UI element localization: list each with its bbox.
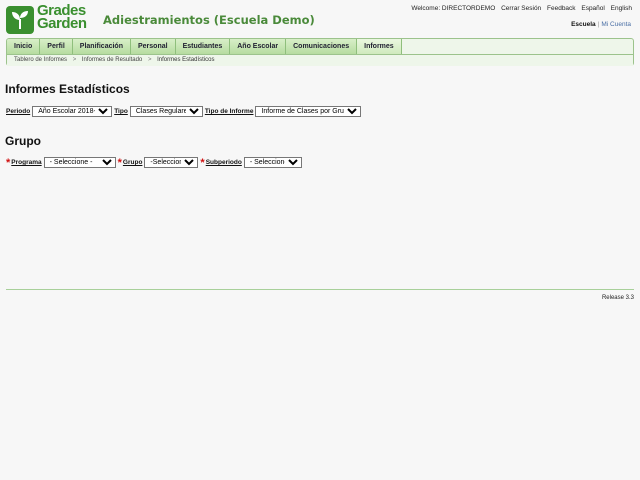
tab-comunicaciones[interactable]: Comunicaciones <box>286 39 358 54</box>
tab-perfil[interactable]: Perfil <box>40 39 73 54</box>
scope-mi-cuenta[interactable]: Mi Cuenta <box>601 21 631 28</box>
breadcrumb-tablero[interactable]: Tablero de Informes <box>14 57 67 63</box>
required-asterisk-icon: * <box>6 156 11 169</box>
tab-inicio[interactable]: Inicio <box>7 39 41 54</box>
school-title: Adiestramientos (Escuela Demo) <box>103 13 315 27</box>
main-navigation: Inicio Perfil Planificación Personal Est… <box>6 38 634 66</box>
grupo-filters: * Programa - Seleccione - * Grupo -Selec… <box>6 157 304 168</box>
required-asterisk-icon: * <box>117 156 122 169</box>
scope-switcher: Escuela | Mi Cuenta <box>571 21 631 28</box>
periodo-label: Periodo <box>6 108 31 115</box>
grupo-select[interactable]: -Seleccione- <box>144 157 199 168</box>
breadcrumb-arrow-icon: > <box>147 57 152 63</box>
breadcrumb-estadisticos[interactable]: Informes Estadísticos <box>157 57 214 63</box>
report-filters: Periodo Año Escolar 2018-19 Tipo Clases … <box>6 106 363 117</box>
nav-tabs: Inicio Perfil Planificación Personal Est… <box>7 39 402 54</box>
required-asterisk-icon: * <box>200 156 205 169</box>
logo-line2: Garden <box>37 15 87 32</box>
grades-garden-logo[interactable]: Grades Garden <box>6 3 94 36</box>
scope-separator: | <box>597 21 600 28</box>
tipo-informe-select[interactable]: Informe de Clases por Grupo <box>255 106 362 117</box>
welcome-text: Welcome: DIRECTORDEMO <box>411 5 496 12</box>
logout-link[interactable]: Cerrar Sesión <box>501 5 541 12</box>
tab-ano-escolar[interactable]: Año Escolar <box>230 39 287 54</box>
tipo-select[interactable]: Clases Regulares <box>129 106 203 117</box>
english-link[interactable]: English <box>611 5 632 12</box>
top-links: Welcome: DIRECTORDEMO Cerrar Sesión Feed… <box>407 5 632 12</box>
spanish-link[interactable]: Español <box>581 5 605 12</box>
subperiodo-select[interactable]: - Seleccione - <box>243 157 302 168</box>
scope-escuela[interactable]: Escuela <box>571 21 596 28</box>
breadcrumb: Tablero de Informes > Informes de Result… <box>7 54 633 66</box>
section-title: Grupo <box>5 134 41 148</box>
release-version: Release 3.3 <box>601 295 634 301</box>
tipo-informe-label: Tipo de Informe <box>204 108 254 115</box>
tab-informes[interactable]: Informes <box>357 39 402 54</box>
sprout-icon <box>6 6 34 34</box>
programa-select[interactable]: - Seleccione - <box>43 157 116 168</box>
periodo-select[interactable]: Año Escolar 2018-19 <box>32 106 113 117</box>
tipo-label: Tipo <box>114 108 128 115</box>
breadcrumb-resultado[interactable]: Informes de Resultado <box>82 57 142 63</box>
grupo-label: Grupo <box>122 159 143 166</box>
tab-planificacion[interactable]: Planificación <box>72 39 131 54</box>
programa-label: Programa <box>11 159 42 166</box>
tab-estudiantes[interactable]: Estudiantes <box>175 39 231 54</box>
feedback-link[interactable]: Feedback <box>547 5 576 12</box>
page-title: Informes Estadísticos <box>5 82 130 96</box>
logo-wordmark: Grades Garden <box>37 3 87 32</box>
breadcrumb-arrow-icon: > <box>72 57 77 63</box>
tab-personal[interactable]: Personal <box>130 39 176 54</box>
subperiodo-label: Subperiodo <box>205 159 242 166</box>
footer-divider <box>6 289 634 290</box>
header: Grades Garden Adiestramientos (Escuela D… <box>0 0 640 38</box>
